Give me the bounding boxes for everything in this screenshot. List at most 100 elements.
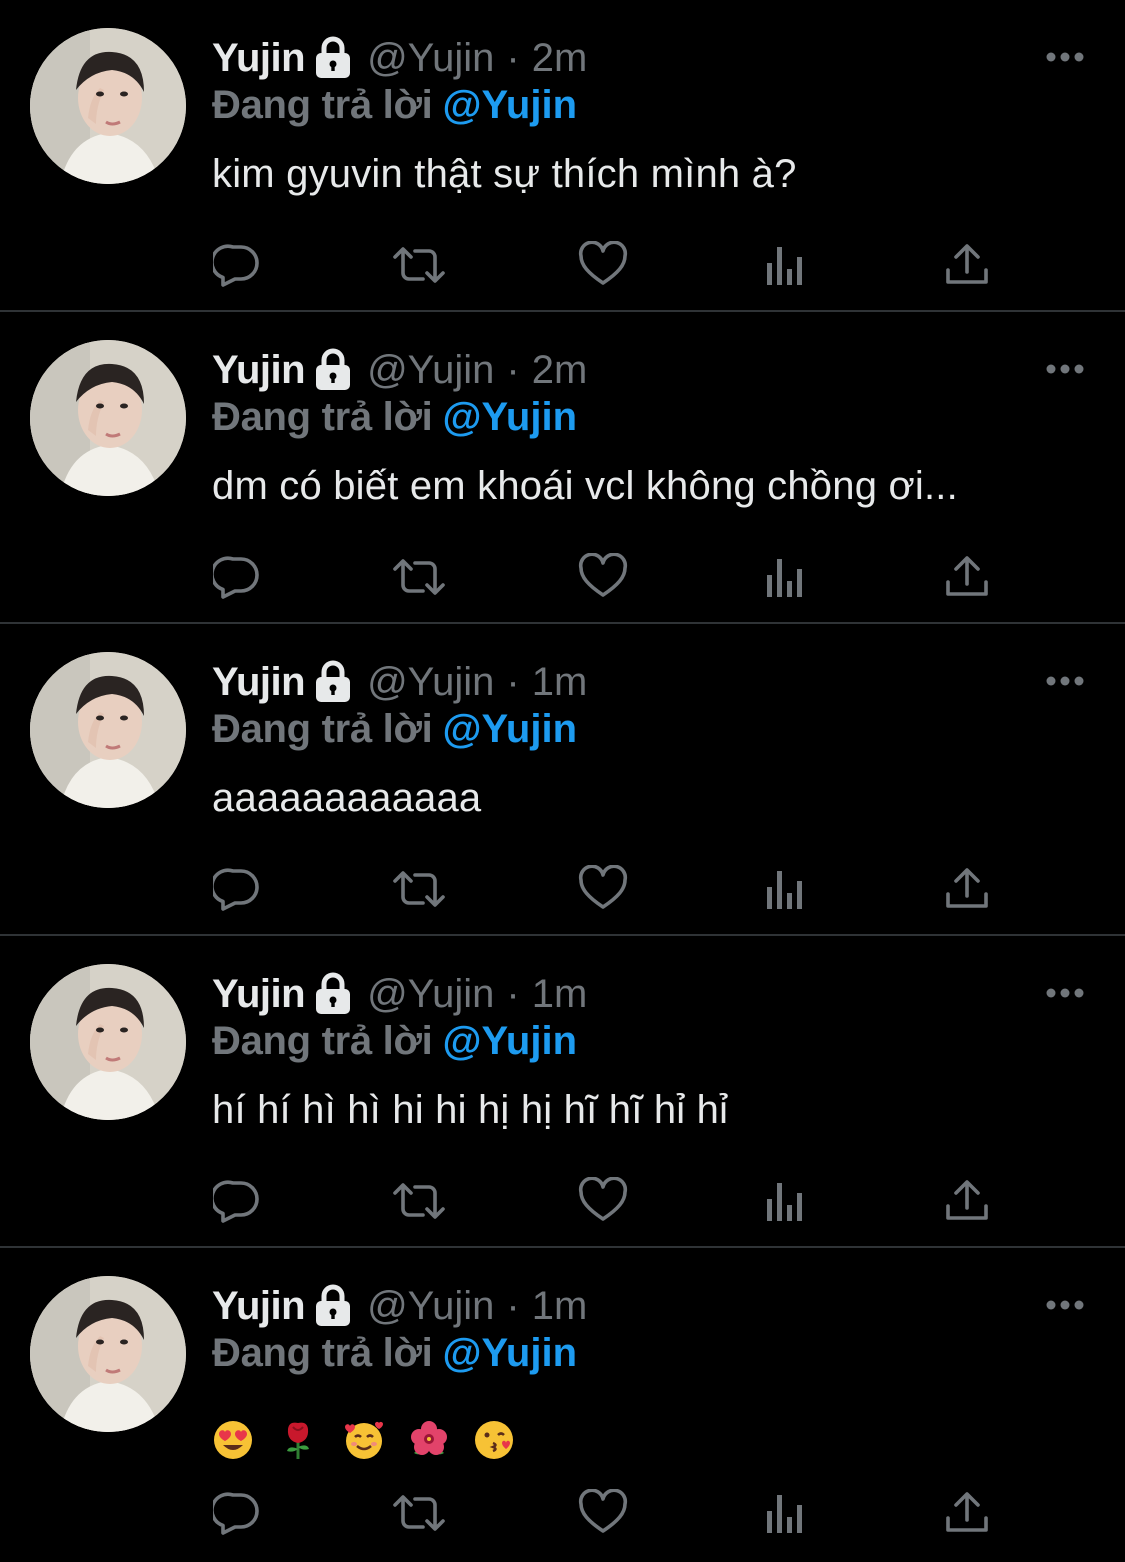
display-name[interactable]: Yujin (212, 36, 306, 81)
share-button[interactable] (942, 552, 992, 602)
replying-to-mention[interactable]: @Yujin (442, 83, 577, 127)
kissing-face-emoji (473, 1419, 515, 1461)
tweet[interactable]: Yujin @Yujin · 2m Đang trả lời @Yujin dm … (0, 312, 1125, 624)
separator-dot: · (506, 1283, 520, 1328)
like-icon (578, 553, 628, 601)
tweet-text: aaaaaaaaaaaa (212, 776, 482, 820)
reply-button[interactable] (212, 1488, 262, 1538)
tweet-header: Yujin @Yujin · 1m (212, 1282, 587, 1330)
tweet-header: Yujin @Yujin · 1m (212, 658, 587, 706)
like-button[interactable] (578, 240, 628, 290)
display-name[interactable]: Yujin (212, 348, 306, 393)
lock-icon (313, 1284, 353, 1328)
views-button[interactable] (760, 864, 810, 914)
user-handle[interactable]: @Yujin (367, 1284, 494, 1329)
user-handle[interactable]: @Yujin (367, 660, 494, 705)
share-button[interactable] (942, 1488, 992, 1538)
timestamp[interactable]: 2m (532, 36, 588, 81)
avatar[interactable] (30, 1276, 186, 1432)
separator-dot: · (506, 659, 520, 704)
avatar[interactable] (30, 652, 186, 808)
views-button[interactable] (760, 240, 810, 290)
retweet-button[interactable] (391, 240, 447, 290)
tweet-actions (212, 1176, 1012, 1226)
replying-to-label: Đang trả lời (212, 1019, 433, 1063)
user-handle[interactable]: @Yujin (367, 348, 494, 393)
timestamp[interactable]: 1m (532, 972, 588, 1017)
reply-button[interactable] (212, 240, 262, 290)
tweet-text: kim gyuvin thật sự thích mình à? (212, 152, 797, 196)
user-handle[interactable]: @Yujin (367, 972, 494, 1017)
share-icon (944, 242, 990, 288)
reply-button[interactable] (212, 552, 262, 602)
display-name[interactable]: Yujin (212, 660, 306, 705)
replying-to: Đang trả lời @Yujin (212, 83, 577, 128)
lock-icon (313, 36, 353, 80)
replying-to-mention[interactable]: @Yujin (442, 395, 577, 439)
retweet-button[interactable] (393, 864, 445, 914)
more-options-icon[interactable] (1045, 50, 1085, 62)
reply-icon (213, 1489, 261, 1537)
display-name[interactable]: Yujin (212, 972, 306, 1017)
share-button[interactable] (942, 864, 992, 914)
retweet-button[interactable] (391, 1176, 447, 1226)
avatar[interactable] (30, 964, 186, 1120)
views-button[interactable] (760, 1488, 810, 1538)
more-options-icon[interactable] (1045, 1298, 1085, 1310)
tweet-actions (212, 864, 1012, 914)
retweet-button[interactable] (393, 552, 445, 602)
more-options-icon[interactable] (1045, 674, 1085, 686)
share-icon (944, 554, 990, 600)
reply-icon (213, 1177, 261, 1225)
avatar[interactable] (30, 340, 186, 496)
timestamp[interactable]: 1m (532, 660, 588, 705)
avatar[interactable] (30, 28, 186, 184)
tweet[interactable]: Yujin @Yujin · 1m Đang trả lời @Yujin (0, 1248, 1125, 1560)
tweet-text: dm có biết em khoái vcl không chồng ơi..… (212, 464, 958, 508)
replying-to: Đang trả lời @Yujin (212, 707, 577, 752)
share-button[interactable] (942, 1176, 992, 1226)
like-button[interactable] (578, 864, 628, 914)
replying-to-mention[interactable]: @Yujin (442, 707, 577, 751)
tweet-emoji-text (212, 1416, 527, 1461)
replying-to: Đang trả lời @Yujin (212, 395, 577, 440)
reply-button[interactable] (212, 1176, 262, 1226)
retweet-icon (391, 241, 447, 289)
retweet-icon (391, 1177, 447, 1225)
views-icon (763, 555, 807, 599)
hibiscus-emoji (408, 1419, 450, 1461)
replying-to: Đang trả lời @Yujin (212, 1019, 577, 1064)
like-button[interactable] (578, 1176, 628, 1226)
timestamp[interactable]: 1m (532, 1284, 588, 1329)
like-button[interactable] (578, 1488, 628, 1538)
retweet-icon (391, 1489, 447, 1537)
share-icon (944, 866, 990, 912)
display-name[interactable]: Yujin (212, 1284, 306, 1329)
share-button[interactable] (942, 240, 992, 290)
like-icon (578, 241, 628, 289)
more-options-icon[interactable] (1045, 986, 1085, 998)
views-button[interactable] (760, 552, 810, 602)
more-options-icon[interactable] (1045, 362, 1085, 374)
tweet[interactable]: Yujin @Yujin · 1m Đang trả lời @Yujin hí … (0, 936, 1125, 1248)
retweet-button[interactable] (391, 1488, 447, 1538)
timestamp[interactable]: 2m (532, 348, 588, 393)
separator-dot: · (506, 35, 520, 80)
replying-to-label: Đang trả lời (212, 1331, 433, 1375)
tweet[interactable]: Yujin @Yujin · 1m Đang trả lời @Yujin aaa… (0, 624, 1125, 936)
views-button[interactable] (760, 1176, 810, 1226)
replying-to-mention[interactable]: @Yujin (442, 1019, 577, 1063)
tweet-text: hí hí hì hì hi hi hị hị hĩ hĩ hỉ hỉ (212, 1088, 729, 1132)
tweet[interactable]: Yujin @Yujin · 2m Đang trả lời @Yujin kim… (0, 0, 1125, 312)
replying-to-mention[interactable]: @Yujin (442, 1331, 577, 1375)
reply-icon (213, 241, 261, 289)
lock-icon (313, 348, 353, 392)
user-handle[interactable]: @Yujin (367, 36, 494, 81)
views-icon (763, 243, 807, 287)
tweet-header: Yujin @Yujin · 2m (212, 346, 587, 394)
reply-button[interactable] (212, 864, 262, 914)
replying-to-label: Đang trả lời (212, 395, 433, 439)
replying-to: Đang trả lời @Yujin (212, 1331, 577, 1376)
reply-icon (213, 553, 261, 601)
like-button[interactable] (578, 552, 628, 602)
